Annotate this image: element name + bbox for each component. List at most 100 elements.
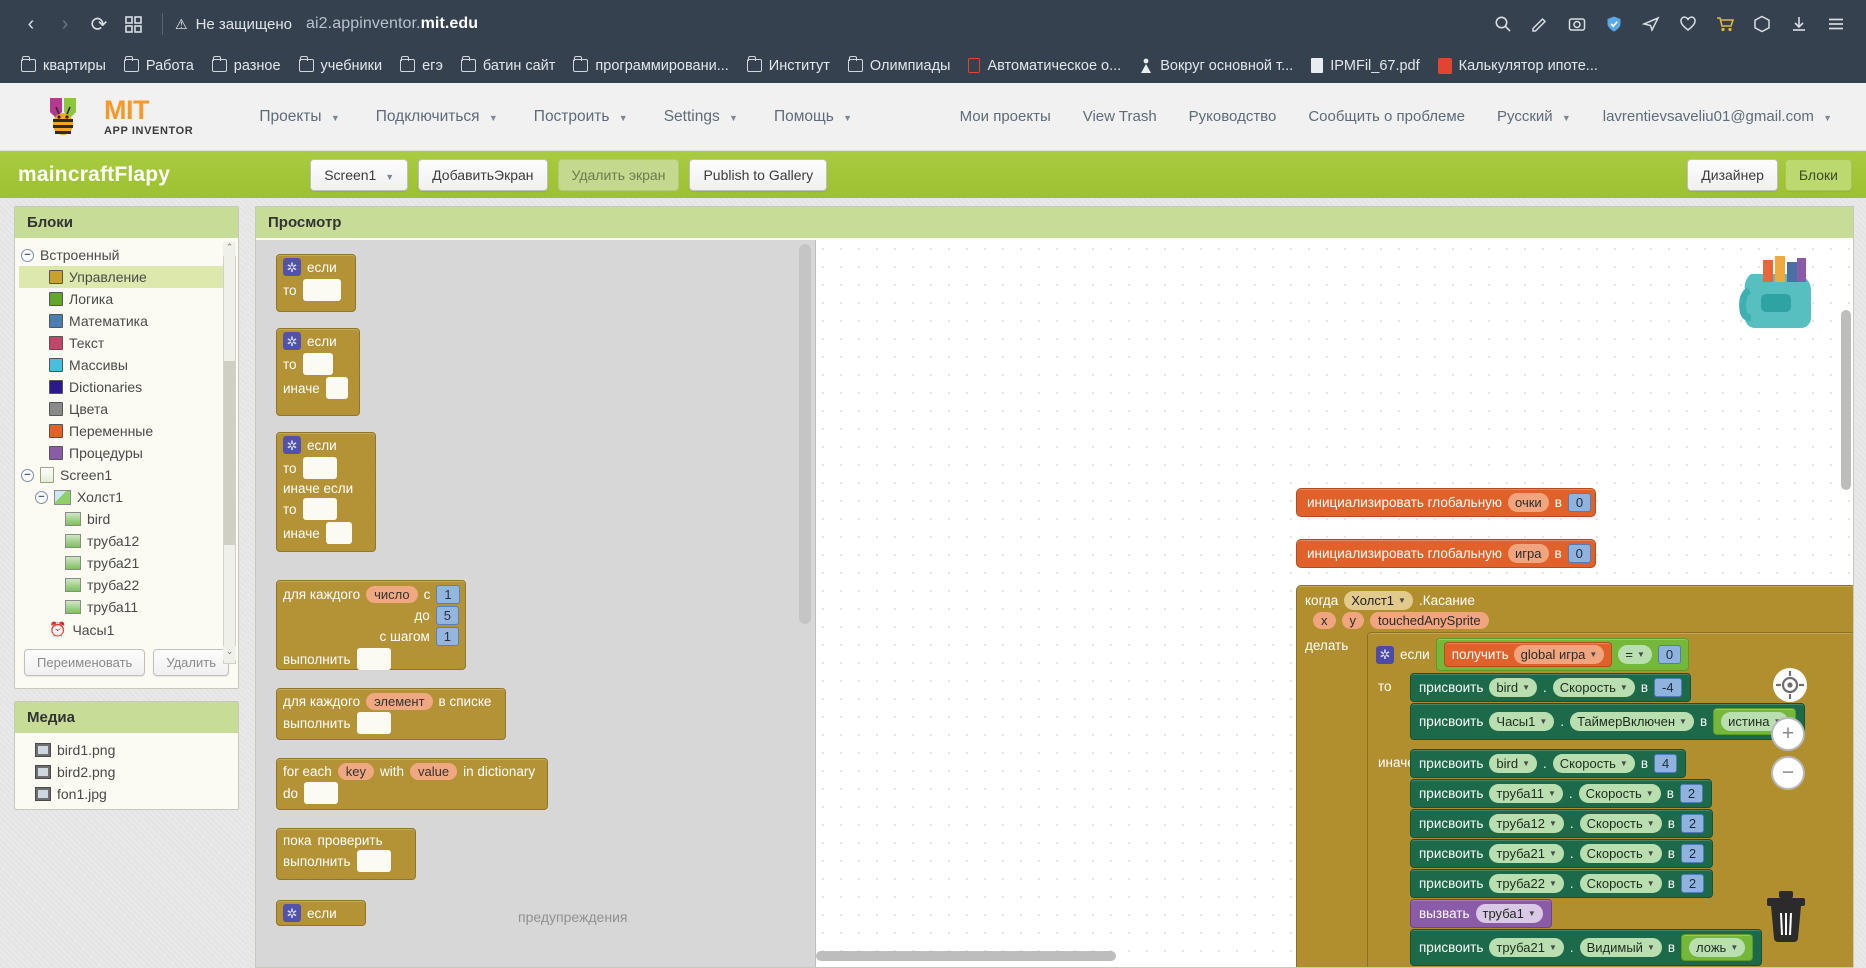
publish-to-gallery-button[interactable]: Publish to Gallery xyxy=(689,158,828,191)
block-call-procedure[interactable]: вызвать труба1 ▼ xyxy=(1410,899,1552,928)
header-link[interactable]: lavrentievsaveliu01@gmail.com ▼ xyxy=(1587,100,1848,133)
menu-item-построить[interactable]: Построить ▼ xyxy=(516,100,646,134)
param-touched-any-sprite[interactable]: touchedAnySprite xyxy=(1370,612,1489,629)
forward-arrow-icon[interactable]: › xyxy=(48,7,82,41)
bookmark-item[interactable]: квартиры xyxy=(12,54,115,78)
palette-category-Математика[interactable]: Математика xyxy=(19,310,234,332)
operator-dropdown[interactable]: = ▼ xyxy=(1618,645,1652,664)
zoom-out-button[interactable]: − xyxy=(1771,756,1805,790)
property-dropdown[interactable]: Скорость ▼ xyxy=(1578,784,1661,803)
component-dropdown[interactable]: труба12 ▼ xyxy=(1489,814,1564,833)
palette-category-Логика[interactable]: Логика xyxy=(19,288,234,310)
shield-check-icon[interactable] xyxy=(1602,12,1626,36)
media-item[interactable]: bird1.png xyxy=(19,739,234,761)
flyout-scrollbar[interactable] xyxy=(799,244,811,624)
tree-node-canvas[interactable]: − Холст1 xyxy=(19,486,234,508)
collapse-icon[interactable]: − xyxy=(21,468,34,482)
number-field[interactable]: 0 xyxy=(1567,544,1591,563)
tree-scroll-down-icon[interactable]: ⌄ xyxy=(223,646,236,660)
number-field[interactable]: -4 xyxy=(1654,678,1682,697)
property-dropdown[interactable]: Скорость ▼ xyxy=(1579,814,1662,833)
number-field[interactable]: 2 xyxy=(1679,784,1704,803)
designer-tab-button[interactable]: Дизайнер xyxy=(1687,158,1778,191)
palette-category-Текст[interactable]: Текст xyxy=(19,332,234,354)
block-for-range[interactable]: для каждого число с 1 до 5 с шагом 1 выполнит… xyxy=(276,580,466,670)
palette-category-Переменные[interactable]: Переменные xyxy=(19,420,234,442)
property-dropdown[interactable]: Скорость ▼ xyxy=(1552,678,1635,697)
component-dropdown[interactable]: bird ▼ xyxy=(1489,678,1538,697)
tree-node-sprite[interactable]: труба21 xyxy=(19,552,234,574)
blocks-tab-button[interactable]: Блоки xyxy=(1784,158,1852,191)
tab-grid-icon[interactable] xyxy=(116,7,150,41)
property-dropdown[interactable]: Скорость ▼ xyxy=(1579,844,1662,863)
trash-icon[interactable] xyxy=(1755,882,1817,949)
bookmark-item[interactable]: программировани... xyxy=(564,54,737,78)
component-dropdown[interactable]: Часы1 ▼ xyxy=(1489,712,1555,731)
workspace-vertical-scrollbar[interactable] xyxy=(1841,310,1851,490)
block-set-property[interactable]: присвоить bird ▼ . Скорость ▼ в -4 xyxy=(1410,673,1691,702)
block-if-then-else[interactable]: если то иначе xyxy=(276,328,360,416)
mutator-gear-icon[interactable] xyxy=(283,332,301,350)
tree-node-sprite[interactable]: труба11 xyxy=(19,596,234,618)
block-set-property[interactable]: присвоить труба12 ▼ . Скорость ▼ в 2 xyxy=(1410,809,1714,838)
mutator-gear-icon[interactable] xyxy=(283,436,301,454)
param-x[interactable]: x xyxy=(1313,612,1336,629)
tree-scrollbar[interactable] xyxy=(223,242,236,664)
block-set-property[interactable]: присвоить bird ▼ . Скорость ▼ в 4 xyxy=(1410,749,1687,778)
downloads-icon[interactable] xyxy=(1787,12,1811,36)
bookmark-item[interactable]: батин сайт xyxy=(452,54,565,78)
tree-node-builtin[interactable]: − Встроенный xyxy=(19,244,234,266)
bookmark-item[interactable]: егэ xyxy=(391,54,452,78)
reload-icon[interactable]: ⟳ xyxy=(82,7,116,41)
collapse-icon[interactable]: − xyxy=(35,490,48,504)
control-blocks-flyout[interactable]: если то если то иначе если то иначе если xyxy=(256,240,816,967)
global-name-field[interactable]: игра xyxy=(1508,544,1549,563)
boolean-dropdown[interactable]: ложь ▼ xyxy=(1689,938,1746,957)
menu-item-помощь[interactable]: Помощь ▼ xyxy=(756,100,870,134)
number-field[interactable]: 2 xyxy=(1680,844,1705,863)
component-dropdown[interactable]: труба11 ▼ xyxy=(1489,784,1563,803)
global-name-field[interactable]: очки xyxy=(1508,493,1549,512)
media-item[interactable]: bird2.png xyxy=(19,761,234,783)
palette-category-Цвета[interactable]: Цвета xyxy=(19,398,234,420)
block-get-global-igra[interactable]: получить global игра ▼ xyxy=(1443,642,1613,667)
block-if-return[interactable]: если xyxy=(276,900,366,926)
component-dropdown[interactable]: труба21 ▼ xyxy=(1489,844,1564,863)
rename-button[interactable]: Переименовать xyxy=(24,649,146,676)
recenter-icon[interactable] xyxy=(1773,668,1807,702)
workspace-horizontal-scrollbar[interactable] xyxy=(816,951,1116,961)
address-bar[interactable]: ai2.appinventor.mit.edu xyxy=(306,15,478,33)
number-field[interactable]: 0 xyxy=(1657,645,1682,664)
key-field[interactable]: key xyxy=(337,763,375,780)
menu-item-проекты[interactable]: Проекты ▼ xyxy=(241,100,357,134)
menu-item-подключиться[interactable]: Подключиться ▼ xyxy=(358,100,516,134)
mutator-gear-icon[interactable] xyxy=(283,258,301,276)
number-field[interactable]: 0 xyxy=(1567,493,1592,512)
block-set-property[interactable]: присвоить труба21 ▼ . Скорость ▼ в 2 xyxy=(1410,839,1714,868)
block-compare-equals[interactable]: получить global игра ▼ = ▼ 0 xyxy=(1435,638,1690,671)
heart-icon[interactable] xyxy=(1676,12,1700,36)
bookmark-item[interactable]: Работа xyxy=(115,54,203,78)
bookmark-item[interactable]: Олимпиады xyxy=(839,54,960,78)
bookmark-item[interactable]: Вокруг основной т... xyxy=(1130,54,1302,78)
variable-dropdown[interactable]: global игра ▼ xyxy=(1513,645,1605,664)
extensions-icon[interactable] xyxy=(1750,12,1774,36)
backpack-icon[interactable] xyxy=(1733,250,1823,339)
security-status[interactable]: ⚠ Не защищено xyxy=(175,16,292,33)
procedure-dropdown[interactable]: труба1 ▼ xyxy=(1475,904,1543,923)
menu-item-settings[interactable]: Settings ▼ xyxy=(646,100,756,134)
header-link[interactable]: Сообщить о проблеме xyxy=(1292,100,1481,133)
value-field[interactable]: value xyxy=(410,763,458,780)
block-set-property[interactable]: присвоить Часы1 ▼ . ТаймерВключен ▼ в исти… xyxy=(1410,703,1806,740)
media-item[interactable]: fon1.jpg xyxy=(19,783,234,805)
block-for-each-list[interactable]: для каждого элемент в списке выполнить xyxy=(276,688,506,740)
block-while[interactable]: пока проверить выполнить xyxy=(276,828,416,880)
screen-selector[interactable]: Screen1 ▼ xyxy=(310,158,409,191)
menu-icon[interactable] xyxy=(1824,12,1848,36)
tree-node-sprite[interactable]: труба22 xyxy=(19,574,234,596)
block-for-each-dict[interactable]: for each key with value in dictionary do xyxy=(276,758,548,810)
property-dropdown[interactable]: Видимый ▼ xyxy=(1579,938,1662,957)
component-dropdown[interactable]: Холст1 ▼ xyxy=(1344,591,1413,610)
back-arrow-icon[interactable]: ‹ xyxy=(14,7,48,41)
cart-icon[interactable] xyxy=(1713,12,1737,36)
